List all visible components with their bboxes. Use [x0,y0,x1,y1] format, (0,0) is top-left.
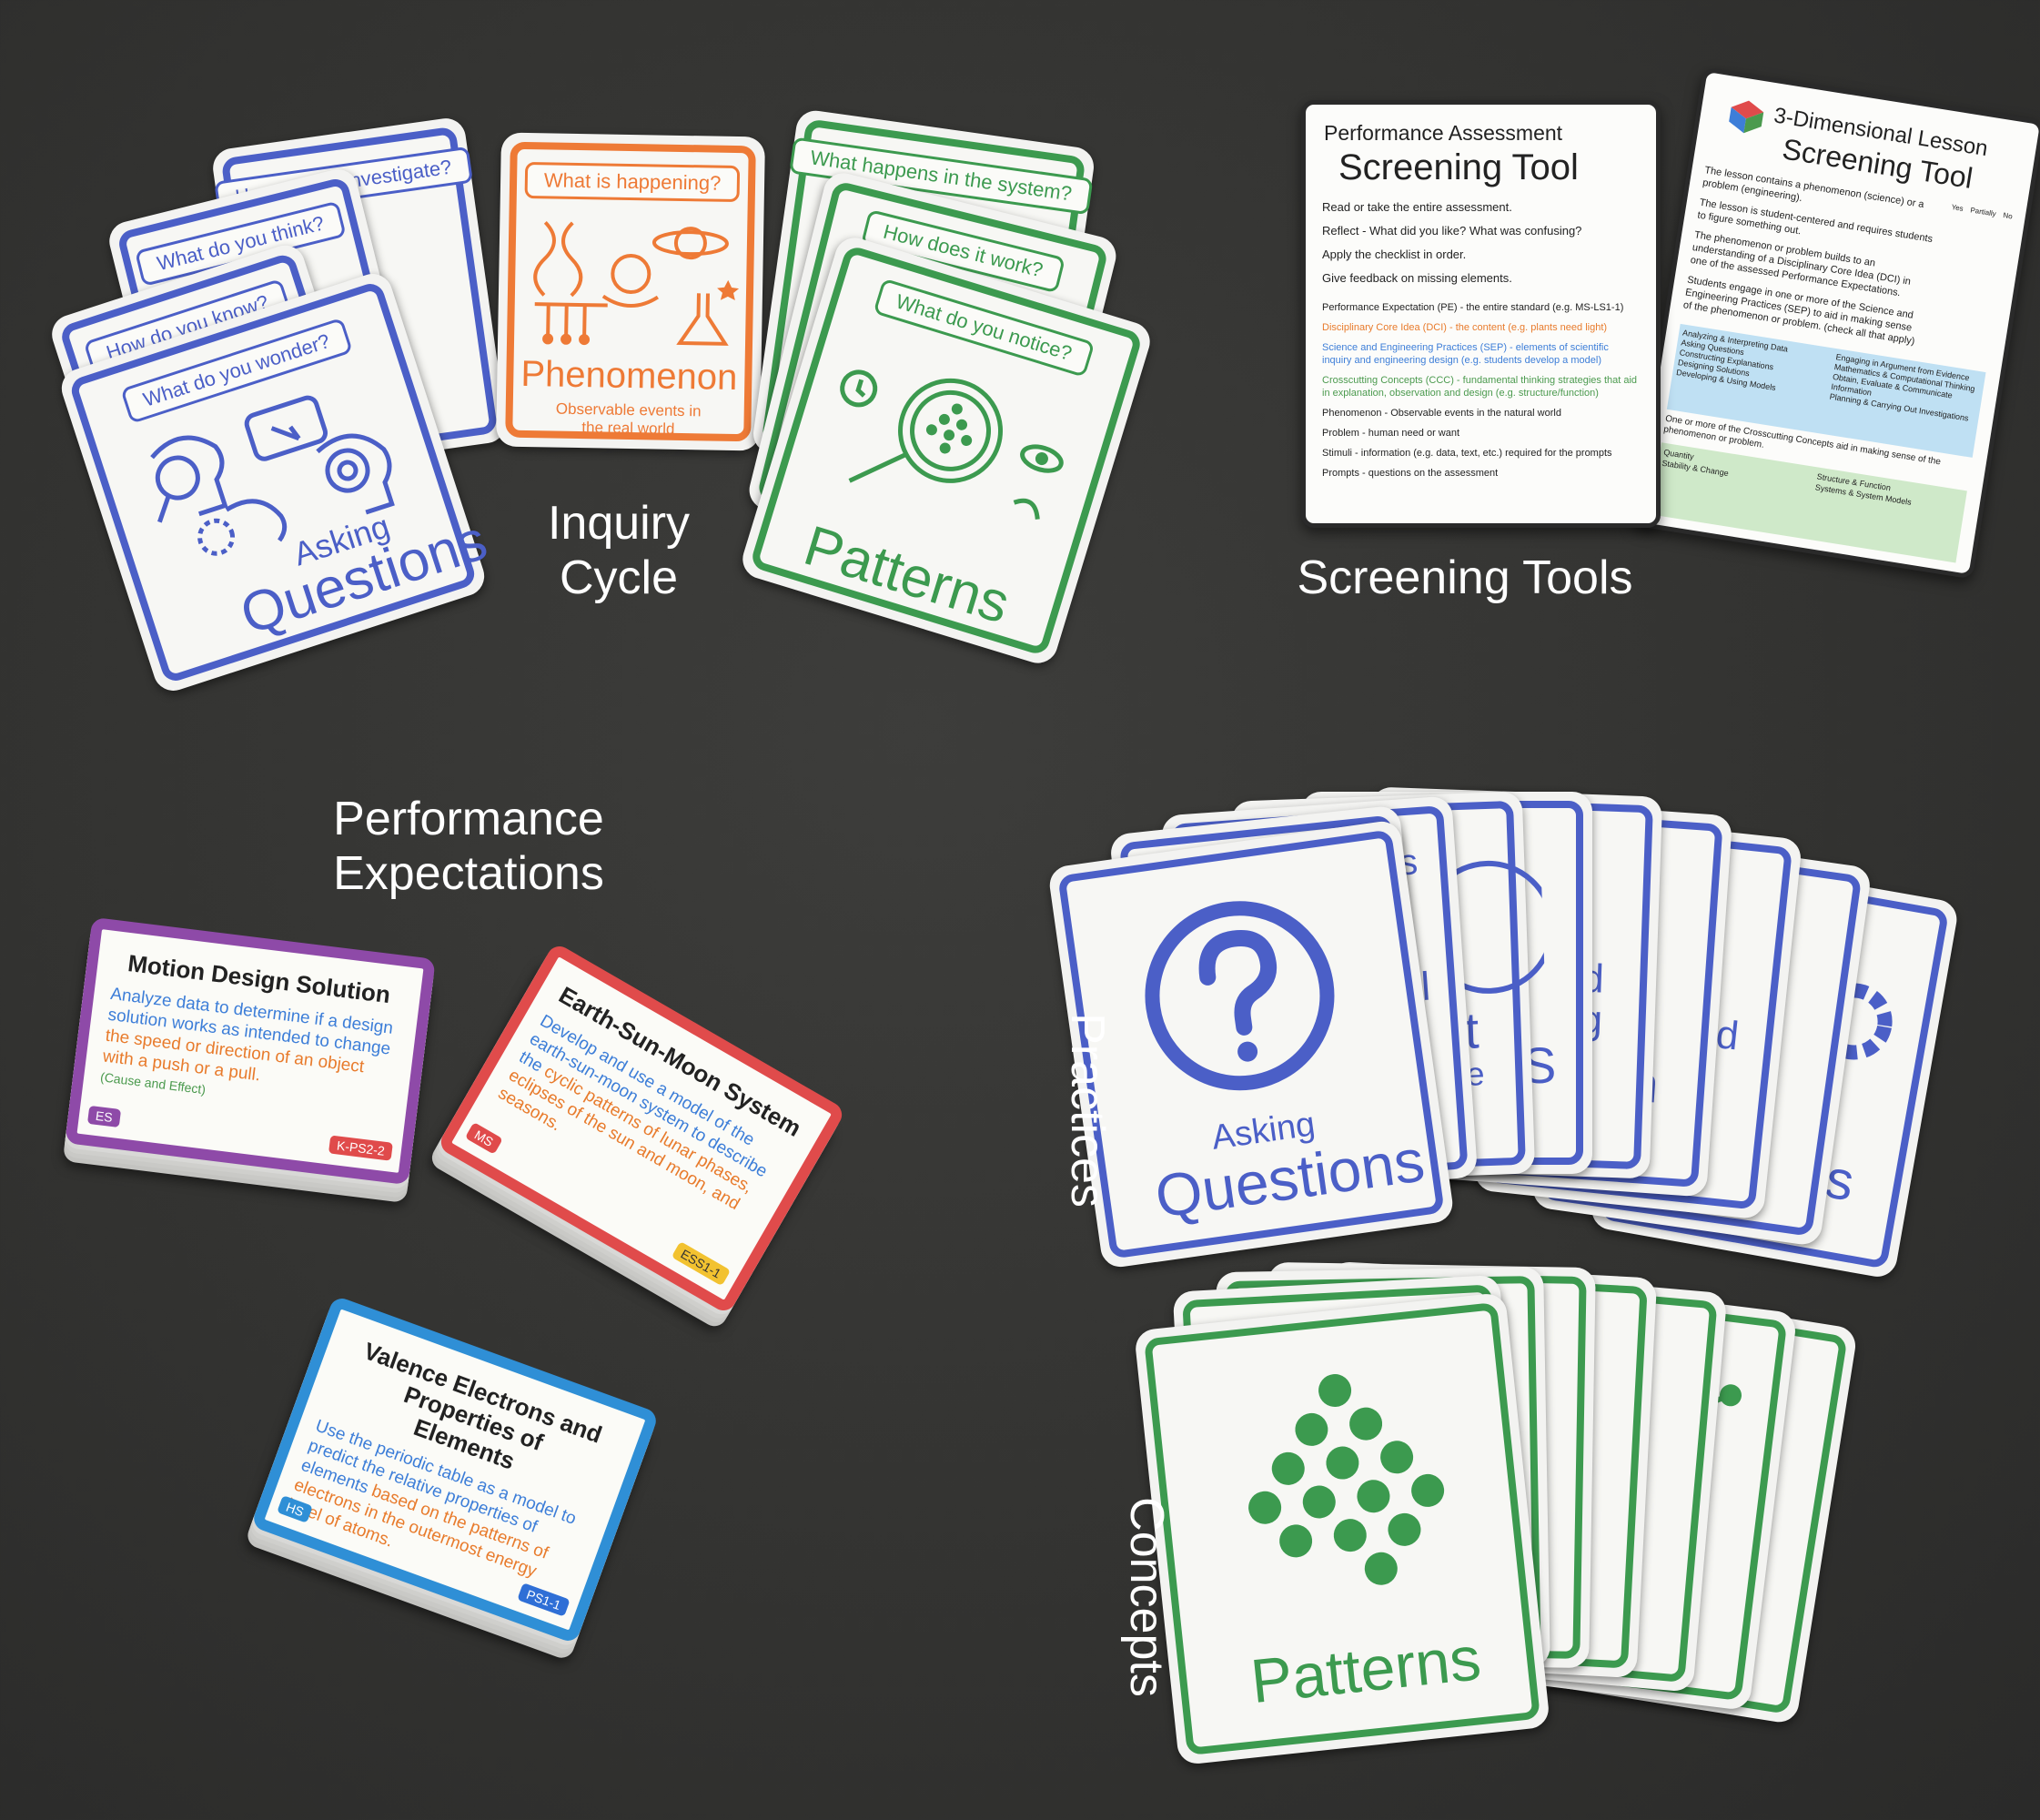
concepts-fan: n Sls Patterns [0,0,2040,1820]
label-concepts: Concepts [1120,1497,1173,1697]
card-title: Patterns [1247,1623,1484,1717]
concept-card-patterns: Patterns [1134,1291,1550,1766]
dot-pattern-icon [1248,1373,1445,1585]
